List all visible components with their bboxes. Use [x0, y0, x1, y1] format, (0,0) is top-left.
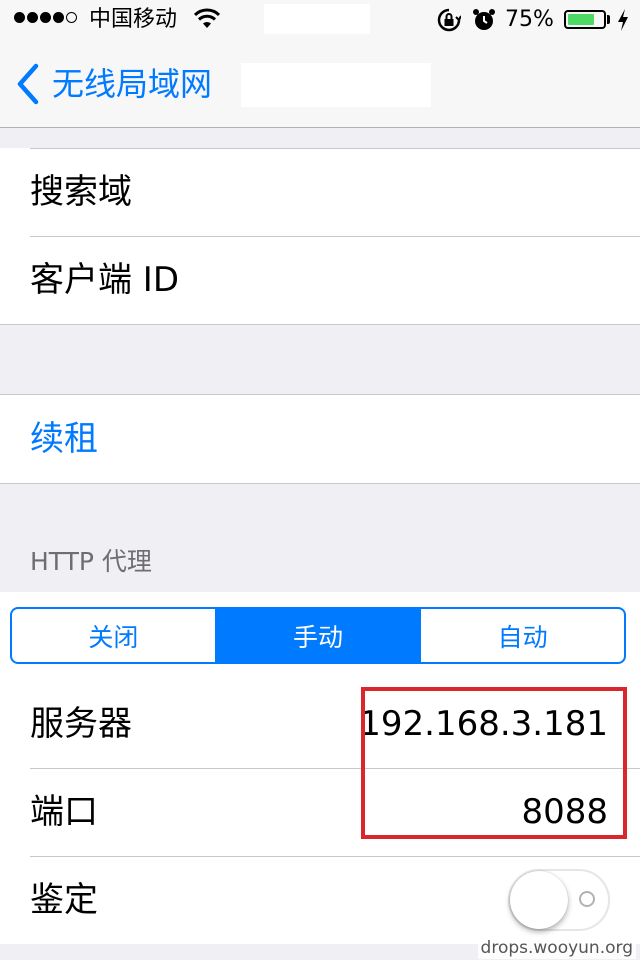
status-bar: 中国移动 75% [0, 0, 640, 40]
redacted-title [241, 63, 431, 107]
segment-manual[interactable]: 手动 [216, 609, 422, 662]
battery-nub [607, 15, 610, 24]
signal-dot [40, 12, 51, 23]
toggle-knob [510, 871, 568, 929]
alarm-icon [473, 9, 495, 30]
wifi-icon [194, 8, 220, 28]
back-button[interactable]: 无线局域网 [14, 60, 212, 108]
carrier-name: 中国移动 [89, 7, 178, 32]
signal-strength-icon [14, 12, 77, 23]
battery-percent: 75% [505, 7, 554, 32]
renew-lease-row[interactable]: 续租 [0, 395, 640, 483]
redacted-area [264, 4, 370, 34]
segment-auto[interactable]: 自动 [421, 609, 624, 662]
renew-lease-label: 续租 [30, 419, 98, 459]
signal-dot [27, 12, 38, 23]
rotation-lock-icon [437, 8, 461, 32]
back-label: 无线局域网 [52, 65, 213, 103]
chevron-left-icon [17, 63, 39, 105]
server-label: 服务器 [30, 704, 132, 744]
proxy-mode-segmented-control: 关闭 手动 自动 [10, 607, 626, 664]
authentication-label: 鉴定 [30, 880, 98, 920]
renew-group: 续租 [0, 394, 640, 484]
client-id-label: 客户端 ID [30, 260, 180, 300]
search-domains-label: 搜索域 [30, 172, 132, 212]
authentication-toggle[interactable] [508, 869, 610, 931]
row-separator [30, 236, 640, 237]
watermark: drops.wooyun.org [477, 937, 636, 959]
client-id-row[interactable]: 客户端 ID [0, 236, 640, 324]
dhcp-group: 搜索域 客户端 ID [0, 148, 640, 325]
navigation-bar: 无线局域网 [0, 40, 640, 128]
search-domains-row[interactable]: 搜索域 [0, 148, 640, 236]
charging-icon [618, 9, 628, 31]
signal-dot-empty [66, 12, 77, 23]
row-separator [30, 148, 640, 149]
battery-level [568, 14, 594, 25]
signal-dot [53, 12, 64, 23]
battery-icon [564, 10, 606, 29]
toggle-off-indicator [579, 891, 595, 907]
signal-dot [14, 12, 25, 23]
http-proxy-header: HTTP 代理 [30, 547, 152, 576]
row-separator [30, 856, 640, 857]
highlight-annotation-box [361, 687, 627, 839]
segment-off[interactable]: 关闭 [12, 609, 217, 662]
authentication-row: 鉴定 [0, 856, 640, 944]
